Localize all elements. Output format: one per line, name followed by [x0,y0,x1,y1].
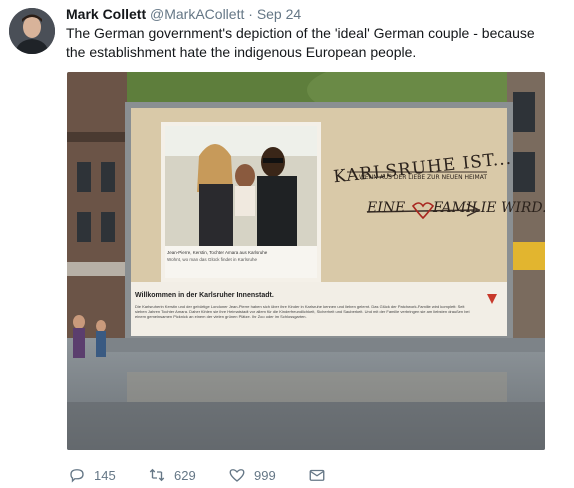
header-separator: · [248,6,253,22]
like-button[interactable]: 999 [228,466,276,484]
billboard-body-text: Die Karlsruherin Kerstin und der gebürti… [135,304,470,319]
message-button[interactable] [308,466,326,484]
tweet-date[interactable]: Sep 24 [257,6,301,22]
retweet-icon [149,468,165,482]
billboard-subline: WENN AUS DER LIEBE ZUR NEUEN HEIMAT [359,174,488,181]
billboard-photo-caption-2: Wohnt, wo man das Glück findet in Karlsr… [167,257,257,262]
display-name[interactable]: Mark Collett [66,6,146,22]
reply-count: 145 [94,467,116,483]
tweet: Mark Collett @MarkACollett · Sep 24 The … [0,0,574,488]
tweet-media[interactable]: KARLSRUHE IST... WENN AUS DER LIEBE ZUR … [67,72,545,450]
billboard-tagline-left: EINE [367,200,406,216]
retweet-button[interactable]: 629 [148,466,196,484]
tweet-text: The German government's depiction of the… [66,25,535,60]
like-count: 999 [254,467,276,483]
avatar-photo [9,8,55,54]
billboard-tagline-right: FAMILIE WIRD. [433,200,545,216]
heart-icon [229,469,245,482]
envelope-icon [309,469,325,481]
user-handle[interactable]: @MarkACollett [150,6,244,22]
reply-button[interactable]: 145 [68,466,116,484]
billboard-welcome: Willkommen in der Karlsruher Innenstadt. [135,292,274,299]
avatar[interactable] [9,8,55,54]
billboard-photo [67,72,545,450]
retweet-count: 629 [174,467,196,483]
tweet-header: Mark Collett @MarkACollett · Sep 24 [66,6,301,22]
billboard-photo-caption-1: Jean-Pierre, Kerstin, Tochter Amara aus … [167,250,268,255]
reply-icon [70,469,84,483]
